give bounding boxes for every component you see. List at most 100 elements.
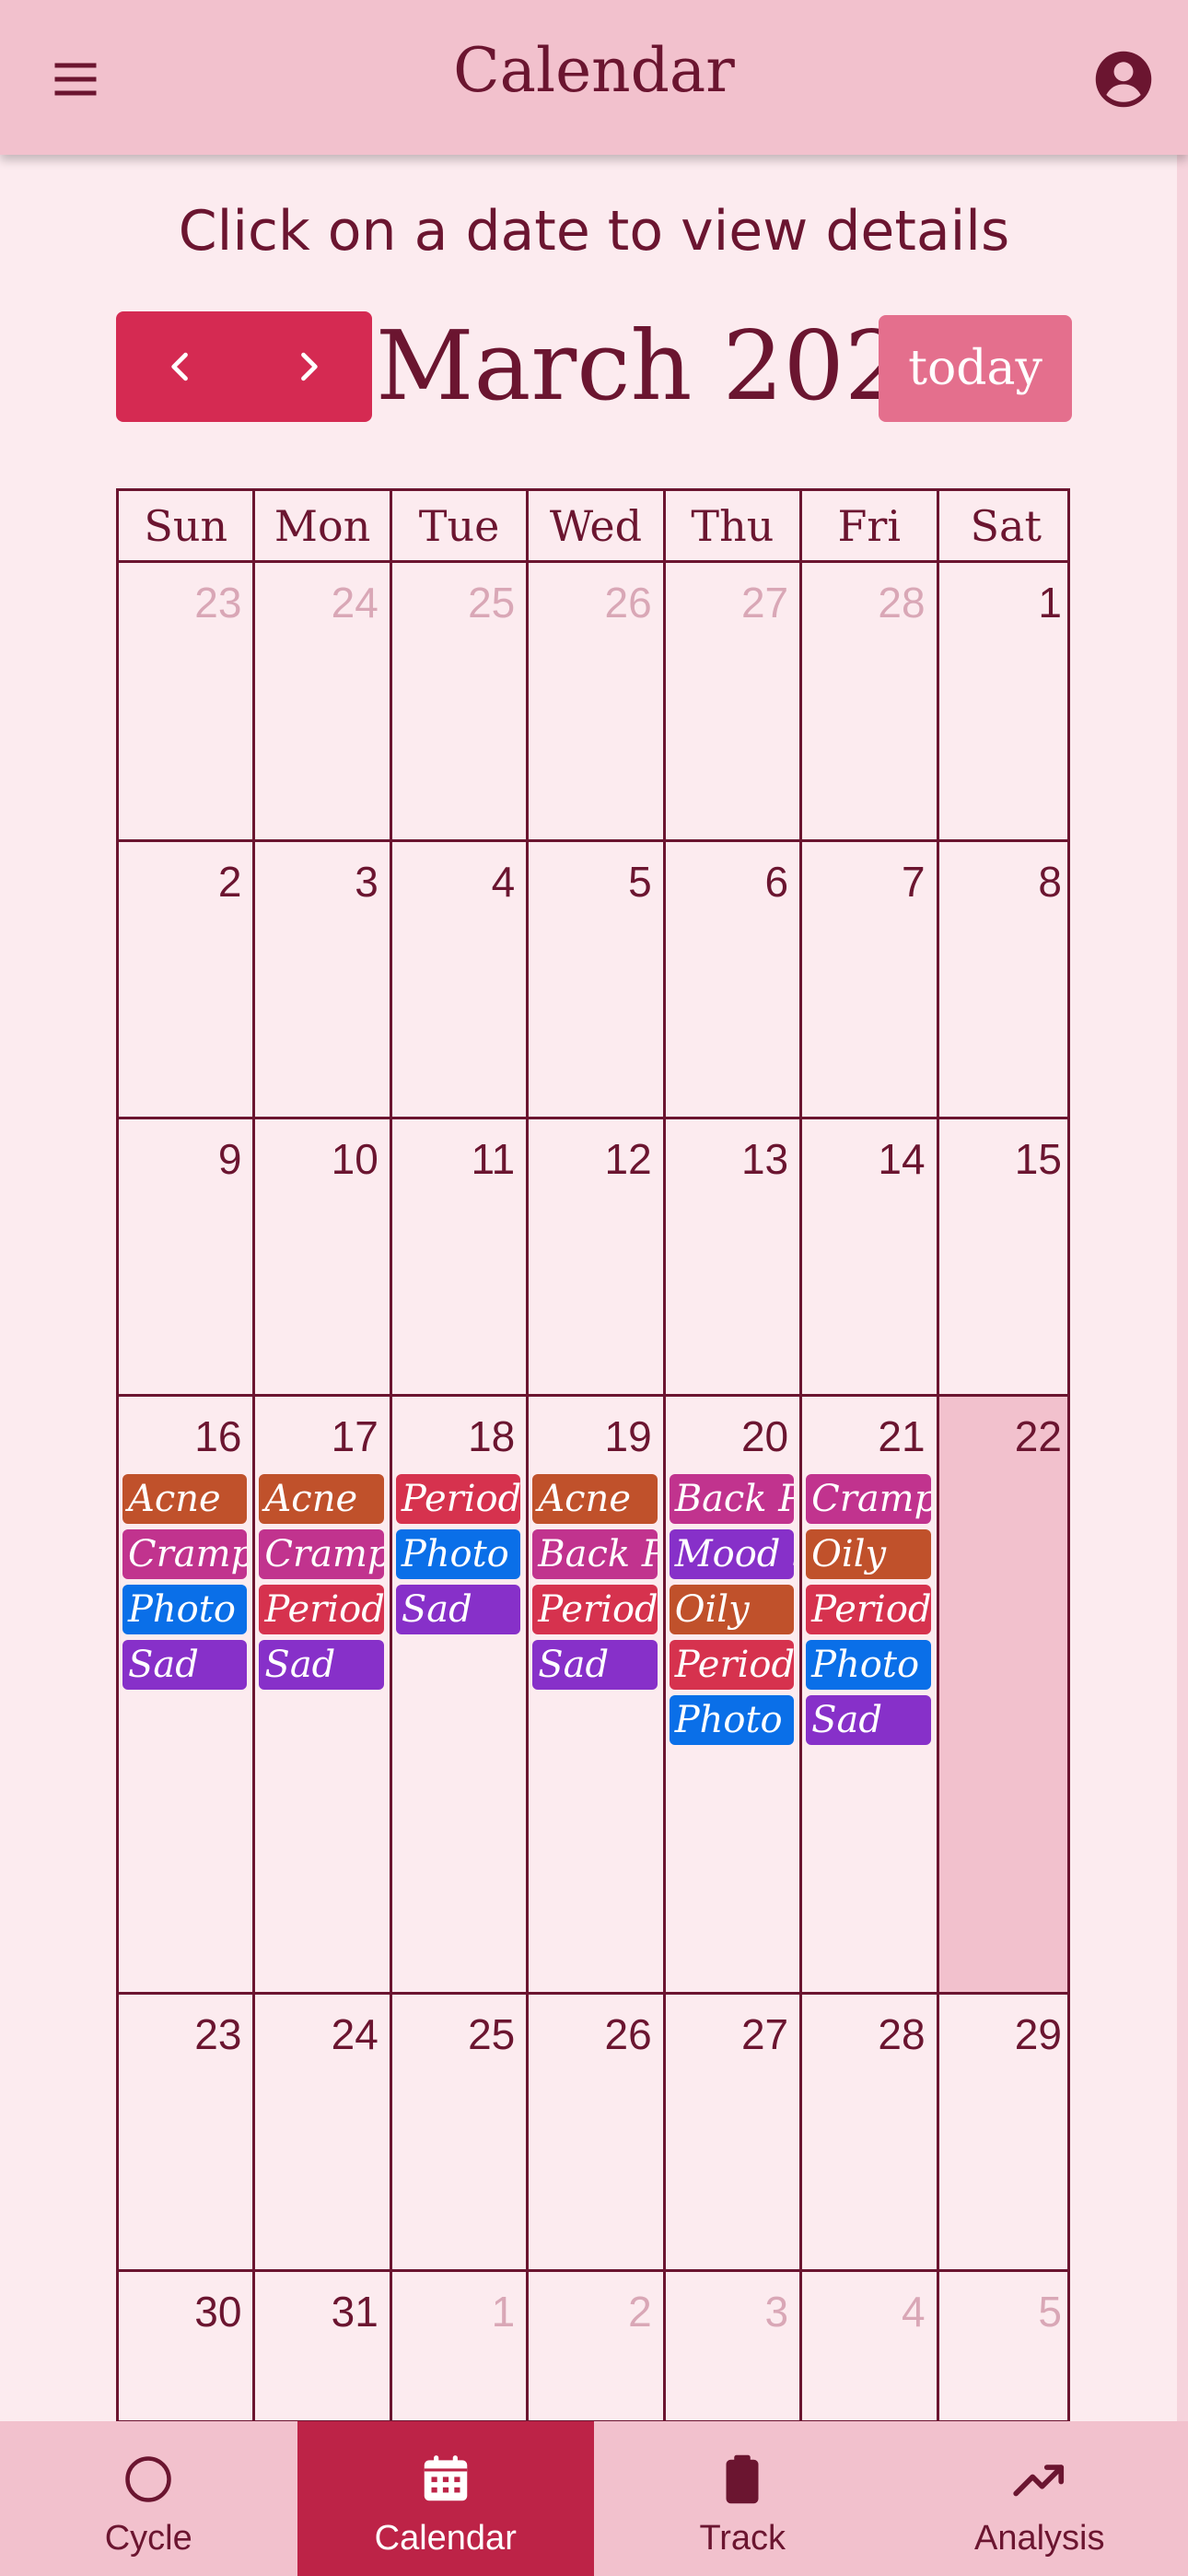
instruction-text: Click on a date to view details	[178, 199, 1010, 263]
weekday-wed: Wed	[529, 491, 666, 560]
event-chip[interactable]: Back P	[669, 1474, 795, 1524]
day-cell[interactable]: 5	[529, 842, 666, 1117]
nav-cycle[interactable]: Cycle	[0, 2421, 297, 2576]
event-chip[interactable]: Period	[806, 1585, 931, 1634]
event-chip[interactable]: Photo	[669, 1695, 795, 1745]
day-number: 22	[1014, 1412, 1062, 1460]
day-number: 3	[355, 858, 379, 906]
event-chip[interactable]: Acne	[259, 1474, 384, 1524]
day-cell[interactable]: 8	[939, 842, 1067, 1117]
day-cell[interactable]: 29	[939, 1995, 1067, 2269]
nav-track[interactable]: Track	[594, 2421, 891, 2576]
day-cell[interactable]: 27	[666, 1995, 803, 2269]
day-cell[interactable]: 5	[939, 2272, 1067, 2420]
day-number: 7	[901, 858, 926, 906]
day-cell[interactable]: 17 AcneCramps Period Sad	[255, 1397, 392, 1992]
day-cell[interactable]: 18 Period Photo Sad	[392, 1397, 530, 1992]
day-cell[interactable]: 23	[119, 563, 256, 839]
event-chip[interactable]: Oily	[669, 1585, 795, 1634]
event-list: AcneCramps Photo Sad	[122, 1474, 248, 1695]
day-cell[interactable]: 1	[392, 2272, 530, 2420]
event-chip[interactable]: Period	[395, 1474, 521, 1524]
day-cell[interactable]: 25	[392, 563, 530, 839]
weekday-thu: Thu	[666, 491, 803, 560]
day-cell[interactable]: 3	[666, 2272, 803, 2420]
day-number: 1	[491, 2288, 516, 2336]
event-chip[interactable]: Back P	[532, 1529, 658, 1579]
event-chip[interactable]: Cramps	[806, 1474, 931, 1524]
nav-analysis[interactable]: Analysis	[891, 2421, 1188, 2576]
day-cell[interactable]: 28	[802, 1995, 939, 2269]
day-cell[interactable]: 12	[529, 1119, 666, 1394]
day-cell[interactable]: 25	[392, 1995, 530, 2269]
calendar-grid: Sun Mon Tue Wed Thu Fri Sat 23 24 25 26 27 28…	[116, 488, 1070, 2423]
day-cell[interactable]: 19 Acne Back P Period Sad	[529, 1397, 666, 1992]
day-cell[interactable]: 20 Back PMood S Oily PeriodPhoto	[666, 1397, 803, 1992]
day-cell[interactable]: 4	[802, 2272, 939, 2420]
day-number: 30	[194, 2288, 242, 2336]
day-cell[interactable]: 14	[802, 1119, 939, 1394]
calendar-icon	[424, 2455, 467, 2501]
day-cell[interactable]: 2	[529, 2272, 666, 2420]
day-number: 15	[1014, 1135, 1062, 1183]
day-cell[interactable]: 3	[255, 842, 392, 1117]
day-number: 27	[740, 579, 789, 626]
day-cell[interactable]: 6	[666, 842, 803, 1117]
event-chip[interactable]: Mood S	[669, 1529, 795, 1579]
month-title: March 2025	[376, 310, 967, 422]
day-cell[interactable]: 31	[255, 2272, 392, 2420]
event-chip[interactable]: Acne	[532, 1474, 658, 1524]
event-chip[interactable]: Acne	[122, 1474, 248, 1524]
event-chip[interactable]: Oily	[806, 1529, 931, 1579]
day-cell[interactable]: 16 AcneCramps Photo Sad	[119, 1397, 256, 1992]
weekday-sun: Sun	[119, 491, 256, 560]
next-month-button[interactable]	[244, 311, 372, 422]
event-chip[interactable]: Sad	[122, 1640, 248, 1690]
event-chip[interactable]: Sad	[532, 1640, 658, 1690]
event-chip[interactable]: Cramps	[122, 1529, 248, 1579]
nav-calendar[interactable]: Calendar	[297, 2421, 594, 2576]
weekday-fri: Fri	[802, 491, 939, 560]
day-cell[interactable]: 26	[529, 563, 666, 839]
clipboard-icon	[726, 2454, 759, 2504]
today-button[interactable]: today	[879, 315, 1072, 422]
day-cell[interactable]: 15	[939, 1119, 1067, 1394]
day-number: 4	[901, 2288, 926, 2336]
event-chip[interactable]: Sad	[806, 1695, 931, 1745]
account-button[interactable]	[1085, 41, 1162, 118]
day-cell-today[interactable]: 22	[938, 1397, 1067, 1992]
day-cell[interactable]: 9	[119, 1119, 256, 1394]
event-chip[interactable]: Period	[669, 1640, 795, 1690]
day-cell[interactable]: 27	[666, 563, 803, 839]
event-chip[interactable]: Photo	[806, 1640, 931, 1690]
day-cell[interactable]: 13	[666, 1119, 803, 1394]
month-nav-group	[116, 311, 372, 422]
day-number: 29	[1014, 2010, 1062, 2058]
day-cell[interactable]: 30	[119, 2272, 256, 2420]
nav-calendar-label: Calendar	[374, 2519, 517, 2558]
day-number: 9	[217, 1135, 242, 1183]
day-cell[interactable]: 24	[255, 563, 392, 839]
event-chip[interactable]: Cramps	[259, 1529, 384, 1579]
event-chip[interactable]: Photo	[122, 1585, 248, 1634]
event-chip[interactable]: Period	[259, 1585, 384, 1634]
event-chip[interactable]: Photo	[395, 1529, 521, 1579]
day-cell[interactable]: 28	[802, 563, 939, 839]
cycle-circle-icon	[125, 2456, 171, 2502]
day-cell[interactable]: 4	[392, 842, 530, 1117]
day-cell[interactable]: 23	[119, 1995, 256, 2269]
day-cell[interactable]: 2	[119, 842, 256, 1117]
event-chip[interactable]: Period	[532, 1585, 658, 1634]
day-cell[interactable]: 1	[939, 563, 1067, 839]
day-cell[interactable]: 21 CrampsOily Period PhotoSad	[802, 1397, 939, 1992]
day-cell[interactable]: 7	[802, 842, 939, 1117]
weekday-mon: Mon	[255, 491, 392, 560]
day-cell[interactable]: 24	[255, 1995, 392, 2269]
event-chip[interactable]: Sad	[395, 1585, 521, 1634]
day-cell[interactable]: 26	[529, 1995, 666, 2269]
day-cell[interactable]: 11	[392, 1119, 530, 1394]
event-chip[interactable]: Sad	[259, 1640, 384, 1690]
prev-month-button[interactable]	[116, 311, 244, 422]
day-cell[interactable]: 10	[255, 1119, 392, 1394]
week-row: 23 24 25 26 27 28 1	[119, 563, 1067, 842]
